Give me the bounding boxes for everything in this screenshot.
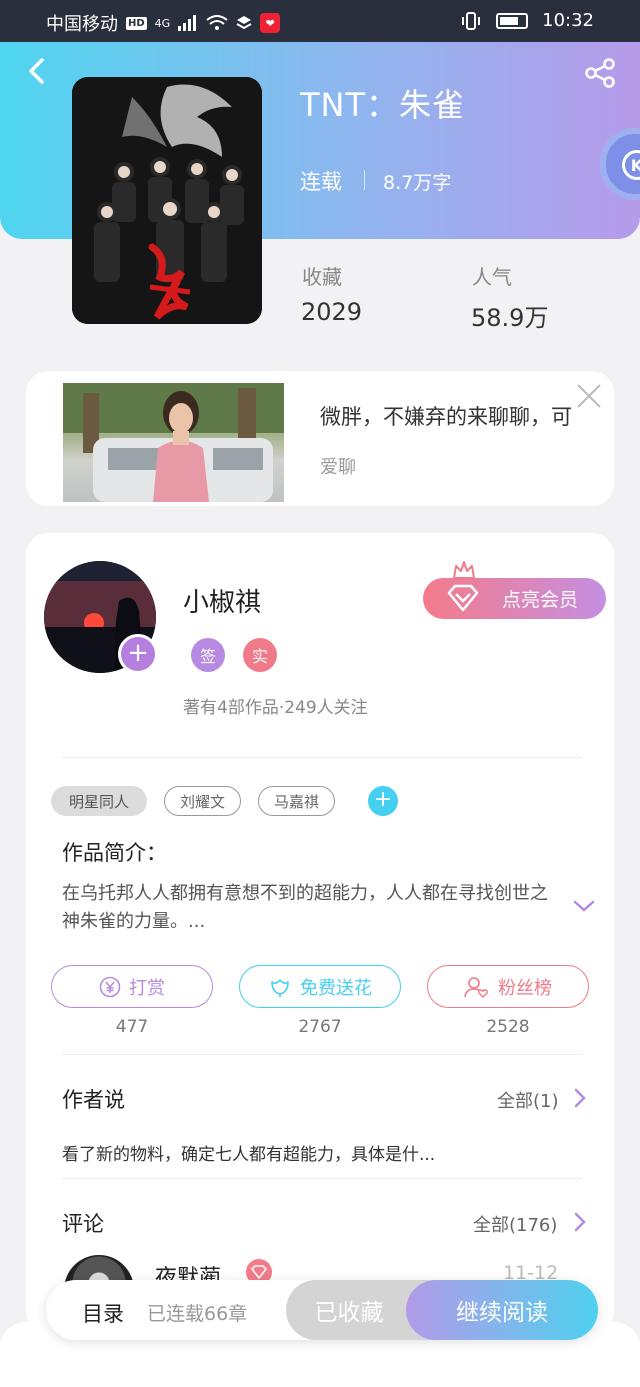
wifi-icon xyxy=(206,15,228,30)
author-meta: 著有4部作品·249人关注 xyxy=(183,698,368,718)
ad-headline: 微胖，不嫌弃的来聊聊，可 xyxy=(320,405,572,429)
status-bar: 中国移动 HD 4G ❤ 10:32 xyxy=(0,0,640,42)
fan-count: 2528 xyxy=(486,1017,530,1037)
hd-badge: HD xyxy=(126,16,147,30)
intro-text[interactable]: 在乌托邦人人都拥有意想不到的超能力，人人都在寻找创世之神朱雀的力量。... xyxy=(62,880,562,936)
author-says-text[interactable]: 看了新的物料，确定七人都有超能力，具体是什... xyxy=(62,1140,435,1165)
stat-label-popularity: 人气 xyxy=(472,265,512,289)
book-status: 连载 xyxy=(300,170,342,194)
send-flower-button[interactable]: 免费送花 xyxy=(239,965,401,1008)
follow-plus-button[interactable]: + xyxy=(118,634,158,674)
diamond-icon xyxy=(447,584,479,612)
tip-count: 477 xyxy=(115,1017,149,1037)
collected-label: 已收藏 xyxy=(314,1300,384,1326)
divider xyxy=(62,757,582,758)
tag-pill[interactable]: 明星同人 xyxy=(51,786,147,816)
share-icon[interactable] xyxy=(584,58,616,88)
ad-card[interactable]: 微胖，不嫌弃的来聊聊，可 爱聊 xyxy=(26,371,614,506)
fan-ranking-label: 粉丝榜 xyxy=(498,977,552,999)
toc-button[interactable]: 目录 xyxy=(82,1298,124,1328)
tag-pill[interactable]: 刘耀文 xyxy=(164,786,241,816)
layers-icon xyxy=(236,16,252,30)
flower-icon xyxy=(271,978,289,997)
continue-reading-label: 继续阅读 xyxy=(456,1300,548,1326)
word-count: 8.7万字 xyxy=(383,172,452,194)
signal-icon xyxy=(178,15,197,31)
chevron-right-icon[interactable] xyxy=(570,1088,590,1108)
comments-more[interactable]: 全部(176) xyxy=(473,1211,557,1237)
tag-pill[interactable]: 马嘉祺 xyxy=(258,786,335,816)
stat-value-popularity: 58.9万 xyxy=(471,304,549,332)
k-icon: K xyxy=(622,150,640,180)
divider xyxy=(62,1054,582,1055)
author-name[interactable]: 小椒祺 xyxy=(183,582,261,619)
carrier-label: 中国移动 xyxy=(46,14,118,35)
tip-label: 打赏 xyxy=(129,977,165,999)
fan-ranking-button[interactable]: 粉丝榜 xyxy=(427,965,589,1008)
stat-label-favorites: 收藏 xyxy=(302,265,342,289)
ad-image xyxy=(63,383,284,502)
verified-badge: 实 xyxy=(243,638,277,672)
stat-value-favorites: 2029 xyxy=(301,298,363,326)
close-icon[interactable] xyxy=(574,381,604,411)
book-cover[interactable] xyxy=(72,77,262,324)
continue-reading-button[interactable]: 继续阅读 xyxy=(406,1280,598,1340)
back-icon[interactable] xyxy=(22,56,52,86)
book-title: TNT：朱雀 xyxy=(300,86,466,124)
author-says-more[interactable]: 全部(1) xyxy=(497,1087,559,1113)
vibrate-icon xyxy=(462,11,481,30)
network-label: 4G xyxy=(154,16,171,30)
vip-button-label: 点亮会员 xyxy=(501,589,578,611)
app-notification-icon: ❤ xyxy=(260,13,281,33)
crown-icon xyxy=(453,561,475,579)
flower-count: 2767 xyxy=(298,1017,342,1037)
user-heart-icon xyxy=(464,976,488,998)
chevron-right-icon[interactable] xyxy=(570,1212,590,1232)
signed-badge: 签 xyxy=(191,638,225,672)
divider xyxy=(364,170,365,190)
ad-source: 爱聊 xyxy=(320,457,356,478)
tip-button[interactable]: 打赏 xyxy=(51,965,213,1008)
chapter-count[interactable]: 已连载66章 xyxy=(147,1299,247,1326)
add-tag-button[interactable]: + xyxy=(368,786,398,816)
divider xyxy=(62,1178,582,1179)
author-says-heading: 作者说 xyxy=(62,1088,125,1112)
comments-heading: 评论 xyxy=(62,1212,104,1236)
yuan-icon xyxy=(99,976,121,997)
send-flower-label: 免费送花 xyxy=(300,977,372,999)
chevron-down-icon[interactable] xyxy=(572,896,596,916)
clock: 10:32 xyxy=(542,10,594,31)
intro-heading: 作品简介： xyxy=(62,841,167,865)
battery-icon xyxy=(496,12,529,29)
